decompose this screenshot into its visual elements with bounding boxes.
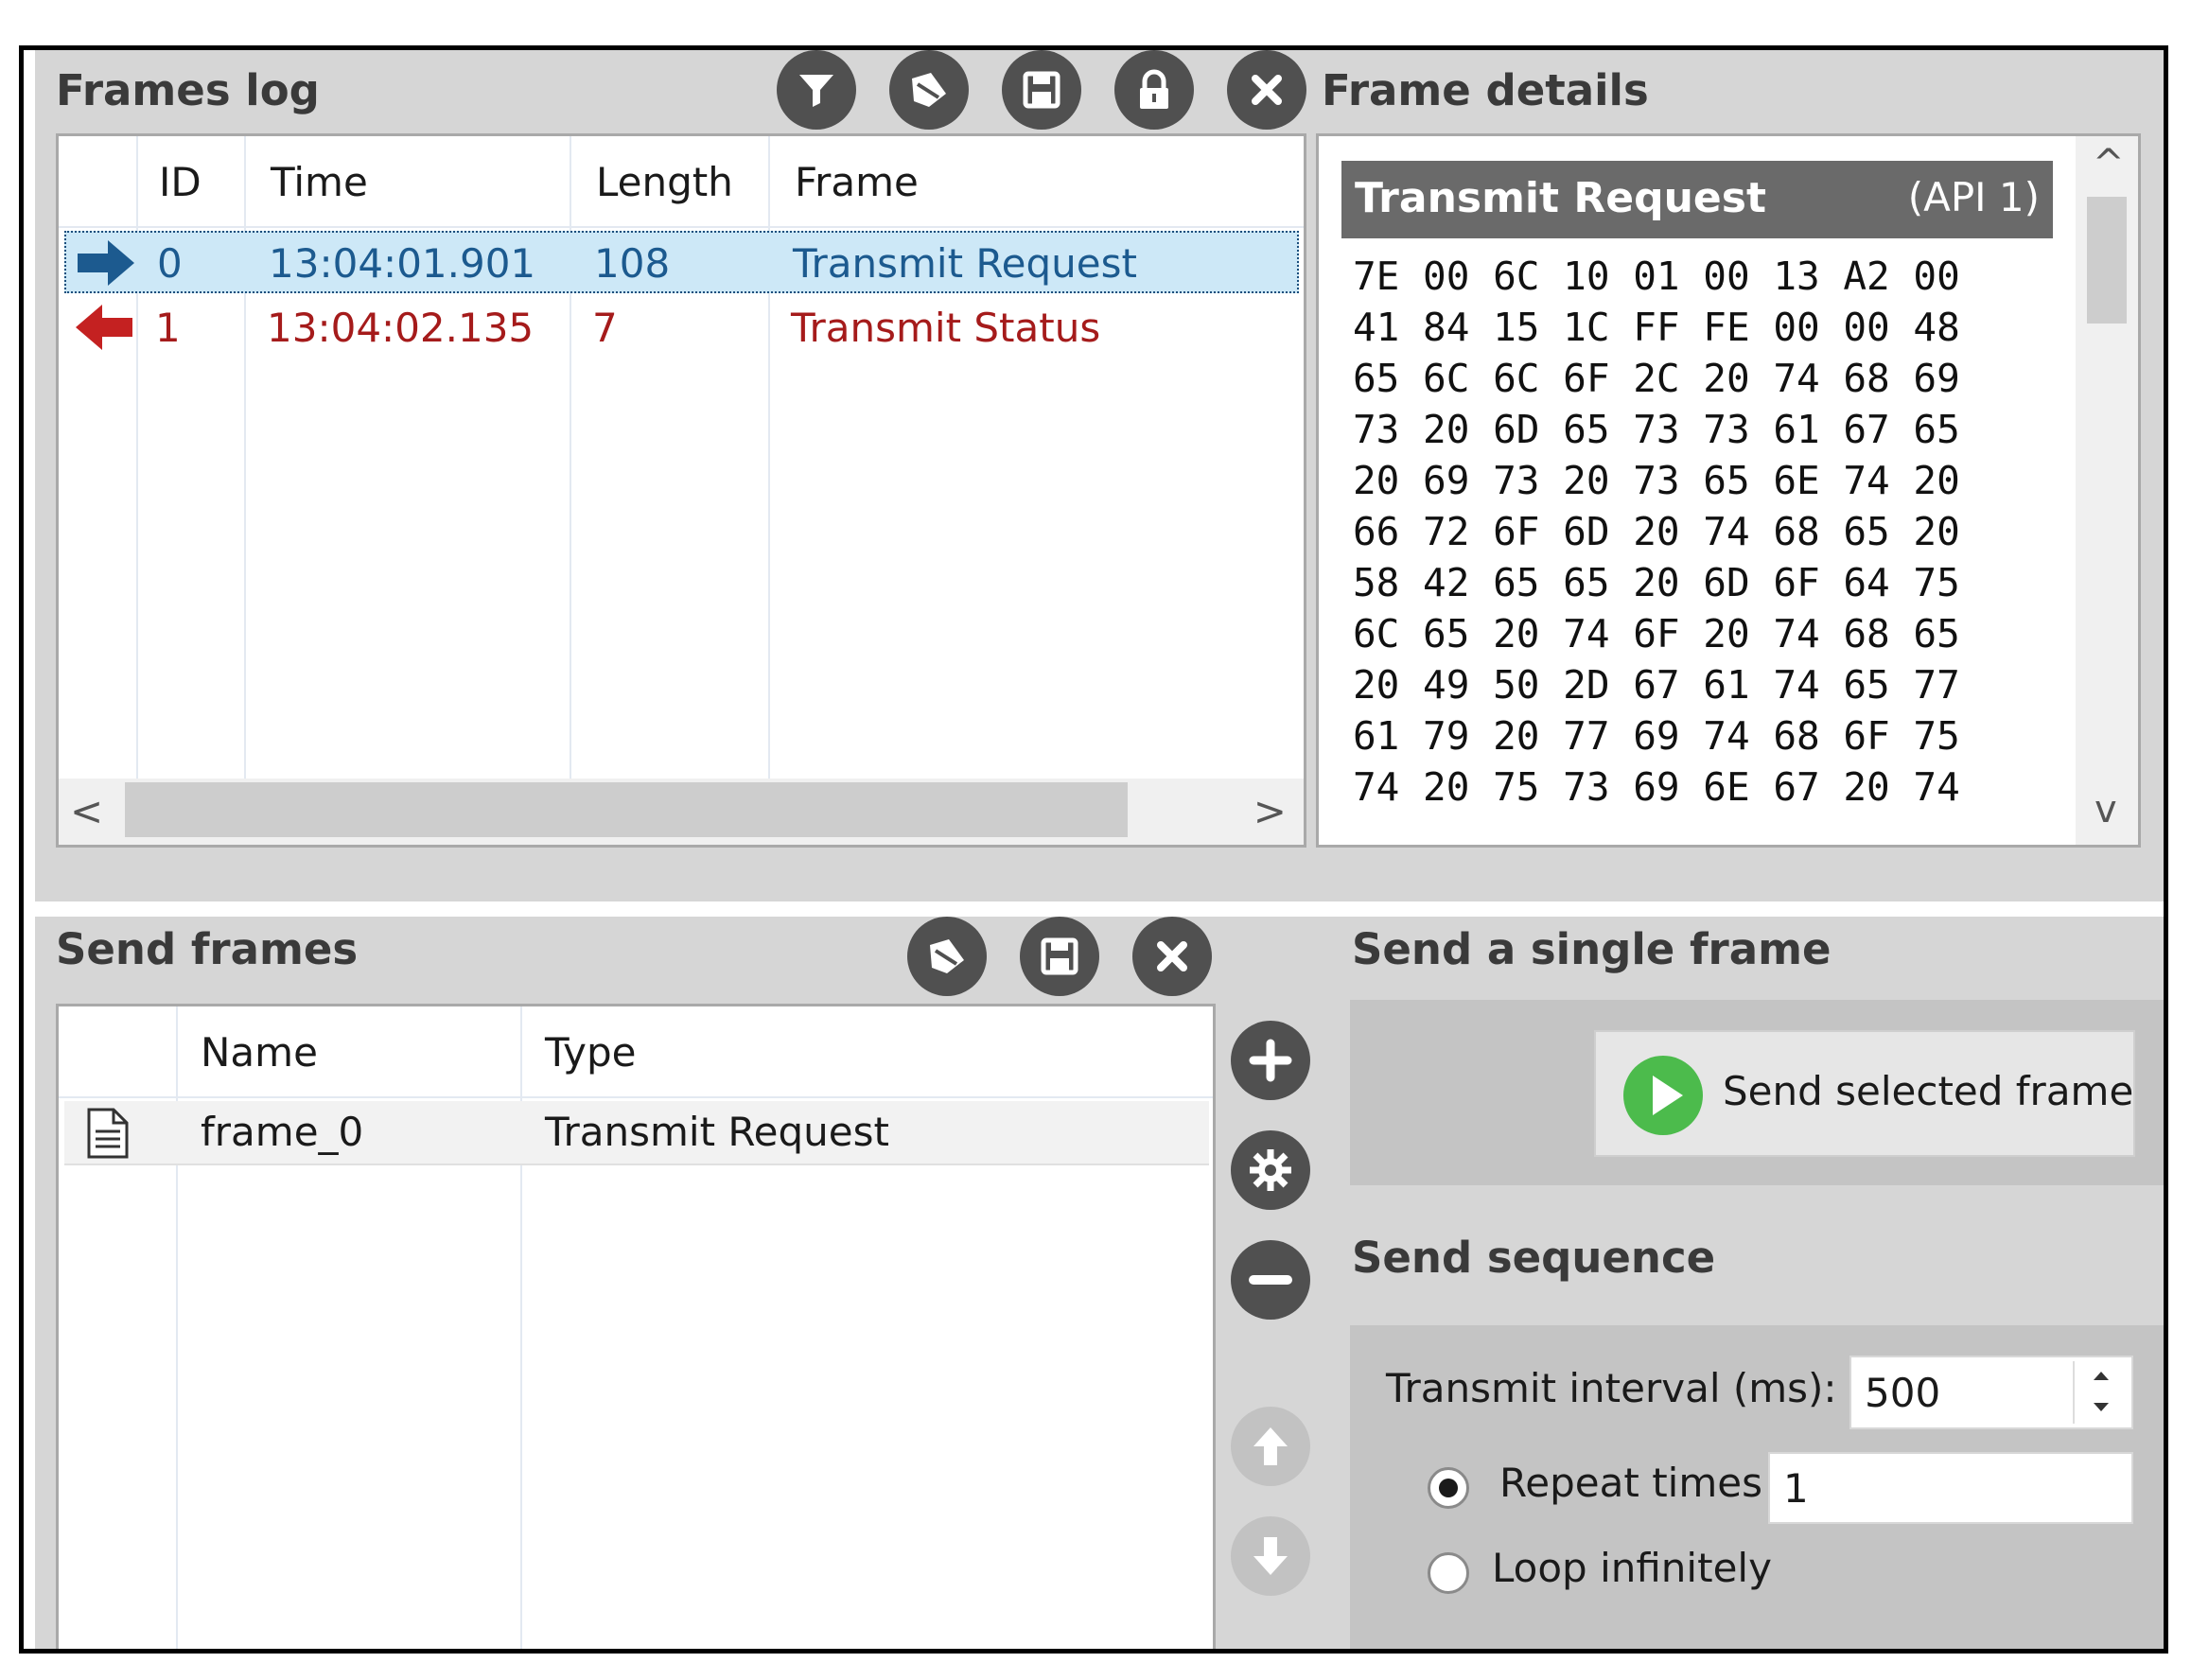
frame-details-header: Transmit Request (API 1) [1341,161,2053,238]
stepper-arrows[interactable] [2073,1361,2128,1424]
send-frames-title: Send frames [56,924,359,974]
column-header-frame[interactable]: Frame [795,159,919,205]
frames-log-title: Frames log [56,65,320,115]
column-header-type[interactable]: Type [545,1029,636,1076]
hex-line: 65 6C 6C 6F 2C 20 74 68 69 [1353,356,1960,401]
filter-button[interactable] [777,50,856,130]
remove-icon [1249,1275,1292,1285]
chevron-up-icon[interactable] [2092,1369,2111,1382]
save-icon [1041,937,1078,975]
row-frame: Transmit Status [791,305,1101,351]
clear-log-button[interactable] [889,50,969,130]
column-header-id[interactable]: ID [159,159,202,205]
horizontal-scrollbar[interactable]: < > [59,779,1304,845]
save-log-button[interactable] [1002,50,1081,130]
add-icon [1249,1039,1292,1082]
hex-line: 74 20 75 73 69 6E 67 20 74 [1353,764,1960,810]
edit-frame-button[interactable] [1231,1130,1310,1210]
scrollbar-thumb[interactable] [125,782,1128,837]
frame-details-title: Frame details [1322,65,1649,115]
arrow-left-icon [76,305,132,350]
interval-stepper[interactable]: 500 [1849,1356,2133,1429]
frame-api-id: (API 1) [1907,174,2040,220]
save-send-frames-button[interactable] [1020,917,1099,996]
hex-line: 73 20 6D 65 73 73 61 67 65 [1353,407,1960,452]
filter-icon [799,75,833,107]
loop-infinitely-label: Loop infinitely [1492,1545,1772,1591]
column-header-time[interactable]: Time [271,159,368,205]
row-type: Transmit Request [545,1109,889,1155]
lock-icon [1140,69,1168,109]
application-window: Frames log Frame details ID Time Length [19,45,2168,1654]
scroll-down-arrow[interactable]: v [2095,788,2117,831]
remove-frame-button[interactable] [1231,1240,1310,1320]
remove-all-frames-button[interactable] [1132,917,1212,996]
scroll-up-arrow[interactable]: ^ [2093,142,2125,185]
move-down-button[interactable] [1231,1516,1310,1596]
loop-infinitely-radio[interactable] [1428,1552,1469,1594]
close-icon [1252,75,1282,105]
play-icon [1623,1056,1703,1135]
lock-scroll-button[interactable] [1114,50,1194,130]
save-icon [1023,71,1060,109]
frame-type-name: Transmit Request [1355,174,1766,222]
hex-line: 61 79 20 77 69 74 68 6F 75 [1353,713,1960,759]
hex-line: 7E 00 6C 10 01 00 13 A2 00 [1353,254,1960,299]
interval-value: 500 [1865,1369,1941,1416]
row-length: 108 [594,240,671,287]
repeat-times-radio[interactable] [1428,1467,1469,1509]
row-time: 13:04:02.135 [267,305,535,351]
move-up-button[interactable] [1231,1407,1310,1486]
column-header-name[interactable]: Name [201,1029,318,1076]
row-frame: Transmit Request [793,240,1137,287]
column-header-length[interactable]: Length [596,159,733,205]
row-id: 0 [157,240,183,287]
clear-send-frames-button[interactable] [907,917,987,996]
hex-line: 66 72 6F 6D 20 74 68 65 20 [1353,509,1960,554]
send-sequence-title: Send sequence [1352,1233,1716,1283]
frames-log-pane: Frames log Frame details ID Time Length [35,50,2164,901]
settings-icon [1250,1149,1291,1191]
send-selected-frame-button[interactable]: Send selected frame [1594,1030,2135,1157]
document-icon [87,1108,129,1159]
move-up-icon [1253,1427,1288,1465]
repeat-times-value: 1 [1783,1464,1809,1512]
table-row[interactable]: 0 13:04:01.901 108 Transmit Request [64,231,1299,293]
repeat-times-field[interactable]: 1 [1768,1452,2133,1524]
row-name: frame_0 [201,1109,364,1155]
clear-folder-icon [912,73,946,107]
send-selected-frame-label: Send selected frame [1723,1068,2134,1114]
hex-line: 41 84 15 1C FF FE 00 00 48 [1353,305,1960,350]
send-single-box: Send selected frame [1350,1000,2164,1185]
send-sequence-box: Transmit interval (ms): 500 Repeat times… [1350,1325,2164,1649]
hex-line: 6C 65 20 74 6F 20 74 68 65 [1353,611,1960,656]
frame-details-panel: Transmit Request (API 1) 7E 00 6C 10 01 … [1316,133,2141,848]
send-frames-table[interactable]: Name Type frame_0 Transmit Request [56,1004,1216,1649]
frames-log-table[interactable]: ID Time Length Frame 0 13:04:01.901 108 … [56,133,1306,848]
close-icon [1157,941,1187,971]
scroll-right-arrow[interactable]: > [1253,788,1287,834]
scrollbar-thumb[interactable] [2087,197,2127,324]
add-frame-button[interactable] [1231,1021,1310,1100]
interval-label: Transmit interval (ms): [1386,1365,1837,1411]
send-frames-pane: Send frames Name Type frame_0 Transmit R… [35,917,2164,1649]
hex-line: 20 69 73 20 73 65 6E 74 20 [1353,458,1960,503]
vertical-scrollbar[interactable]: ^ v [2076,136,2138,845]
move-down-icon [1253,1537,1288,1575]
row-time: 13:04:01.901 [269,240,536,287]
chevron-down-icon[interactable] [2092,1401,2111,1414]
hex-line: 58 42 65 65 20 6D 6F 64 75 [1353,560,1960,605]
scroll-left-arrow[interactable]: < [70,788,103,834]
clear-frames-button[interactable] [1227,50,1306,130]
send-single-title: Send a single frame [1352,924,1832,974]
repeat-times-label: Repeat times [1499,1460,1762,1506]
hex-line: 20 49 50 2D 67 61 74 65 77 [1353,662,1960,708]
row-length: 7 [592,305,618,351]
row-id: 1 [155,305,181,351]
clear-folder-icon [930,939,964,973]
table-row[interactable]: frame_0 Transmit Request [64,1101,1209,1165]
table-row[interactable]: 1 13:04:02.135 7 Transmit Status [64,297,1299,359]
arrow-right-icon [78,240,134,286]
